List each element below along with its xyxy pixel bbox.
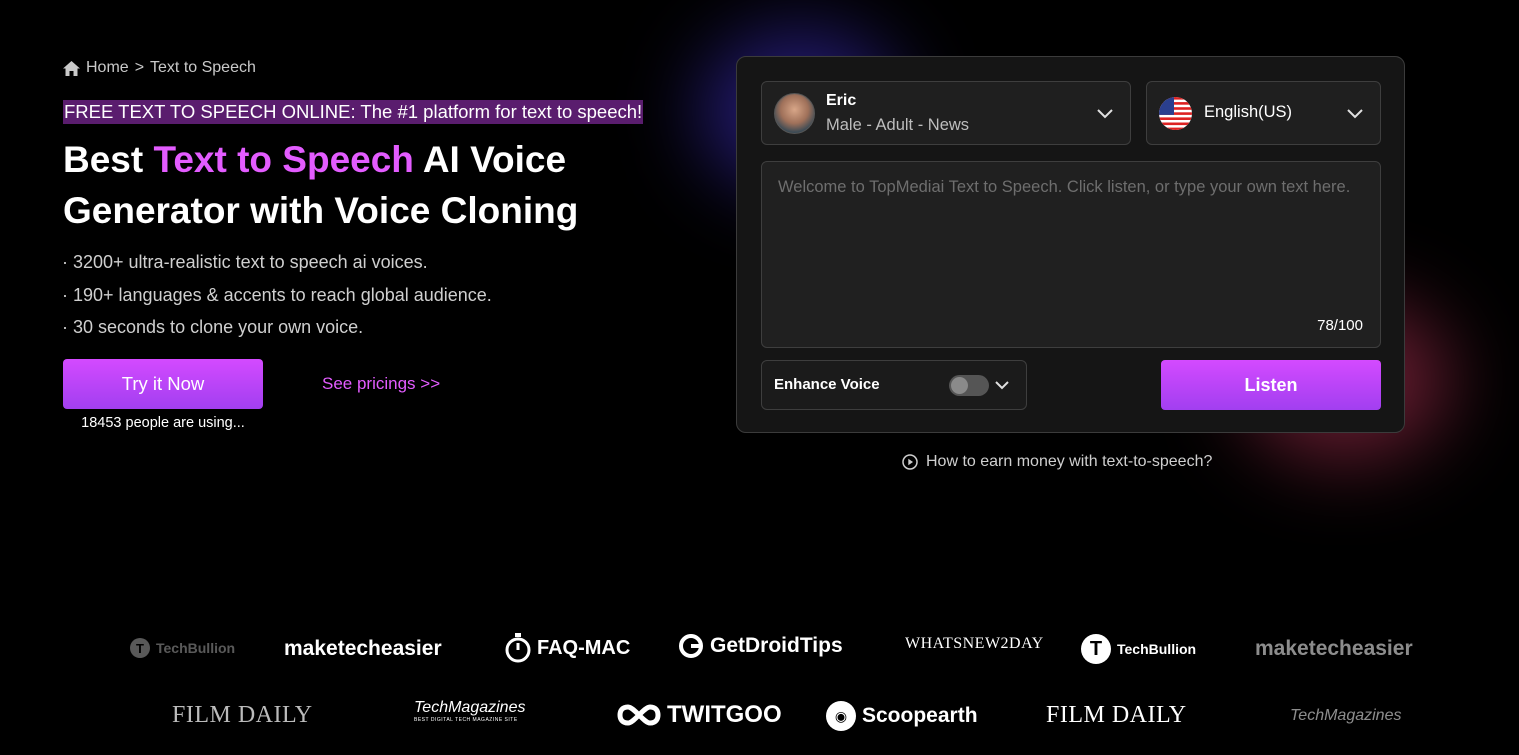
try-it-now-button[interactable]: Try it Now [63,359,263,409]
scoopearth-logo: ◉ Scoopearth [826,701,978,731]
whatsnew2day-logo: WHATSNEW2DAY [905,635,1044,652]
language-selector[interactable]: English(US) [1146,81,1381,145]
text-input[interactable] [762,162,1380,347]
techbullion-icon: T [130,638,150,658]
press-logos-row: T TechBullion maketecheasier FAQ-MAC Get… [0,630,1519,670]
voice-selector[interactable]: Eric Male - Adult - News [761,81,1131,145]
headline-accent: Text to Speech [153,139,414,180]
techbullion-logo: T TechBullion [1081,634,1196,664]
feature-item: · 30 seconds to clone your own voice. [62,317,364,337]
language-label: English(US) [1204,103,1293,121]
headline-line1-suffix: AI Voice [413,139,567,180]
chevron-down-icon [1097,109,1113,119]
getdroidtips-logo: GetDroidTips [678,633,843,659]
home-icon [63,60,80,76]
voice-description: Male - Adult - News [826,116,970,134]
breadcrumb-separator: > [134,59,145,76]
enhance-voice-label: Enhance Voice [774,376,880,393]
feature-item: · 3200+ ultra-realistic text to speech a… [62,252,428,272]
voice-name: Eric [826,92,857,109]
hero-tagline: FREE TEXT TO SPEECH ONLINE: The #1 platf… [63,100,644,124]
page-title: Best Text to Speech AI Voice Generator w… [63,134,683,236]
toggle-knob [951,377,968,394]
character-count: 78/100 [1317,317,1363,334]
users-count-text: 18453 people are using... [81,415,245,431]
play-circle-icon [902,454,918,470]
headline-prefix: Best [63,139,154,180]
feature-item: · 190+ languages & accents to reach glob… [62,284,492,305]
breadcrumb-current[interactable]: Text to Speech [150,59,256,77]
earn-money-link[interactable]: How to earn money with text-to-speech? [902,453,1212,471]
faq-mac-logo: FAQ-MAC [505,633,630,663]
tts-panel: Eric Male - Adult - News English(US) 78/… [736,56,1405,433]
listen-button[interactable]: Listen [1161,360,1381,410]
getdroidtips-icon [679,634,703,658]
voice-avatar [774,93,815,134]
maketecheasier-logo: maketecheasier [284,637,442,660]
breadcrumb-home-link[interactable]: Home [86,59,129,77]
chevron-down-icon[interactable] [994,377,1010,393]
stopwatch-icon [505,633,531,663]
scoopearth-icon: ◉ [826,701,856,731]
enhance-voice-toggle[interactable] [949,375,989,396]
breadcrumb: Home > Text to Speech [63,59,256,77]
film-daily-logo: FILM DAILY [172,702,313,728]
text-input-area: 78/100 [761,161,1381,348]
see-pricings-link[interactable]: See pricings >> [322,374,440,394]
enhance-voice-control: Enhance Voice [761,360,1027,410]
infinity-icon [617,704,661,726]
techbullion-logo: T TechBullion [130,638,235,658]
earn-money-text: How to earn money with text-to-speech? [926,453,1213,470]
techmagazines-logo: TechMagazines [1290,707,1402,724]
press-logos-row: FILM DAILY TechMagazines BEST DIGITAL TE… [0,697,1519,737]
headline-line2: Generator with Voice Cloning [63,190,579,231]
chevron-down-icon [1347,109,1363,119]
us-flag-icon [1159,97,1192,130]
twitgoo-logo: TWITGOO [617,701,782,729]
maketecheasier-logo: maketecheasier [1255,637,1413,660]
techmagazines-logo: TechMagazines BEST DIGITAL TECH MAGAZINE… [414,699,526,723]
film-daily-logo: FILM DAILY [1046,702,1187,728]
techbullion-icon: T [1081,634,1111,664]
feature-list: · 3200+ ultra-realistic text to speech a… [62,246,492,344]
